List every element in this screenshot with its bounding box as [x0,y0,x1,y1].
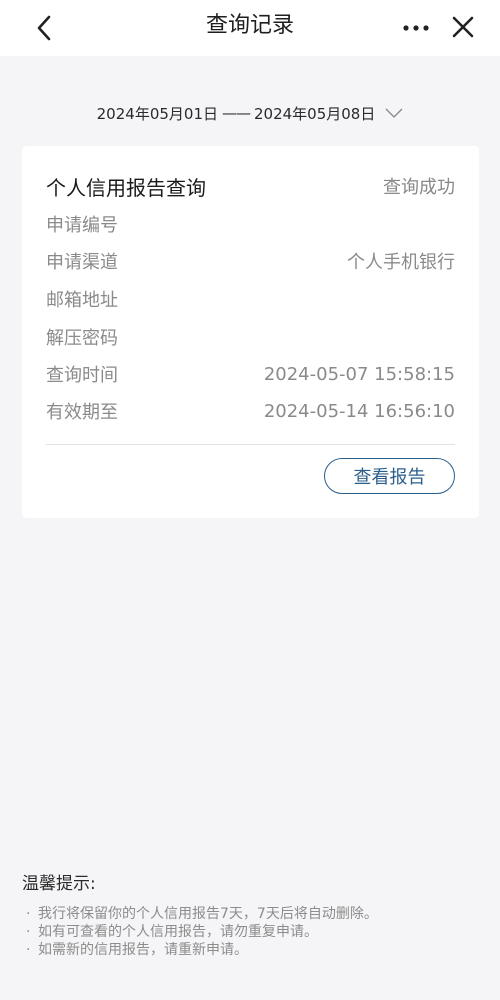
close-icon [452,16,474,38]
list-item: · 如有可查看的个人信用报告，请勿重复申请。 [26,924,318,940]
field-label: 查询时间 [46,365,118,386]
field-label: 有效期至 [46,402,118,423]
date-separator: —— [222,104,251,122]
field-row-valid-until: 有效期至 2024-05-14 16:56:10 [46,398,455,424]
card-divider [46,444,455,445]
view-report-button[interactable]: 查看报告 [324,458,455,494]
list-item: · 我行将保留你的个人信用报告7天，7天后将自动删除。 [26,906,378,922]
end-date: 2024年05月08日 [254,104,376,123]
date-range-picker[interactable]: 2024年05月01日 —— 2024年05月08日 [0,100,500,126]
field-label: 申请渠道 [46,252,118,273]
tip-text: 我行将保留你的个人信用报告7天，7天后将自动删除。 [38,906,378,922]
field-label: 申请编号 [46,215,118,236]
chevron-left-icon [37,15,51,41]
field-label: 解压密码 [46,328,118,349]
field-value: 2024-05-07 15:58:15 [263,363,455,385]
record-header: 个人信用报告查询 查询成功 [46,172,455,200]
more-dots-icon [403,25,429,31]
field-label: 邮箱地址 [46,290,118,311]
record-title: 个人信用报告查询 [46,175,206,200]
back-button[interactable] [26,10,62,46]
list-item: · 如需新的信用报告，请重新申请。 [26,942,248,958]
tips-title: 温馨提示: [22,874,96,894]
field-value: 2024-05-14 16:56:10 [263,400,455,422]
top-nav-bar: 查询记录 [0,0,500,56]
field-row-query-time: 查询时间 2024-05-07 15:58:15 [46,361,455,387]
field-row-email: 邮箱地址 [46,286,455,312]
status-badge: 查询成功 [383,177,455,198]
chevron-down-icon [385,108,403,118]
field-value: 个人手机银行 [347,252,455,273]
close-button[interactable] [444,8,482,46]
field-row-application-number: 申请编号 [46,211,455,237]
tip-text: 如有可查看的个人信用报告，请勿重复申请。 [38,924,318,940]
query-record-card: 个人信用报告查询 查询成功 申请编号 申请渠道 个人手机银行 邮箱地址 解压密码… [22,146,479,518]
start-date: 2024年05月01日 [96,104,218,123]
tip-text: 如需新的信用报告，请重新申请。 [38,942,248,958]
tips-list: · 我行将保留你的个人信用报告7天，7天后将自动删除。 · 如有可查看的个人信用报告… [26,905,486,959]
field-row-channel: 申请渠道 个人手机银行 [46,248,455,274]
more-button[interactable] [396,10,436,46]
field-row-password: 解压密码 [46,324,455,350]
